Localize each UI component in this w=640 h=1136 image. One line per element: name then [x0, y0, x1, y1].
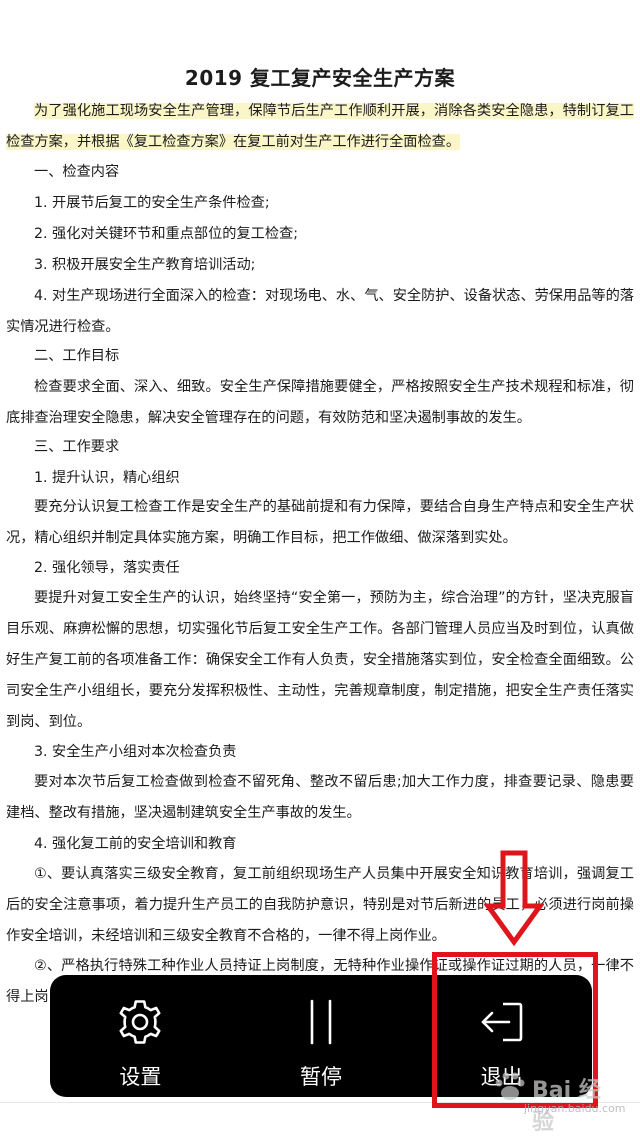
body-paragraph: 要充分认识复工检查工作是安全生产的基础前提和有力保障，要结合自身生产特点和安全生…: [6, 499, 634, 546]
section-heading: 一、检查内容: [34, 164, 120, 180]
pause-icon: [310, 999, 332, 1045]
settings-label: 设置: [119, 1065, 162, 1089]
settings-button[interactable]: 设置: [50, 975, 231, 1097]
list-item: 4. 对生产现场进行全面深入的检查：对现场电、水、气、安全防护、设备状态、劳保用…: [6, 288, 634, 335]
list-item: 3. 积极开展安全生产教育培训活动;: [34, 257, 256, 273]
watermark-url: jingyan.baidu.com: [524, 1102, 626, 1115]
section-heading: 三、工作要求: [34, 439, 120, 455]
highlighted-text: 为了强化施工现场安全生产管理，保障节后生产工作顺利开展，消除各类安全隐患，特制订…: [6, 103, 634, 150]
intro-paragraph: 为了强化施工现场安全生产管理，保障节后生产工作顺利开展，消除各类安全隐患，特制订…: [6, 96, 634, 158]
sub-heading: 3. 安全生产小组对本次检查负责: [34, 744, 237, 760]
document-title: 2019 复工复产安全生产方案: [184, 66, 456, 90]
pause-button[interactable]: 暂停: [231, 975, 412, 1097]
sub-heading: 2. 强化领导，落实责任: [34, 560, 180, 576]
paw-logo-icon: [495, 1072, 525, 1100]
sub-heading: 1. 提升认识，精心组织: [34, 470, 180, 486]
watermark: Bai 经验 jingyan.baidu.com: [476, 1060, 626, 1135]
body-paragraph: 要对本次节后复工检查做到检查不留死角、整改不留后患;加大工作力度，排查要记录、隐…: [6, 774, 634, 821]
list-item: 2. 强化对关键环节和重点部位的复工检查;: [34, 226, 299, 242]
pause-label: 暂停: [300, 1065, 342, 1089]
list-item: 1. 开展节后复工的安全生产条件检查;: [34, 195, 270, 211]
section-heading: 二、工作目标: [34, 348, 120, 364]
gear-icon: [119, 1000, 161, 1044]
body-paragraph: 检查要求全面、深入、细致。安全生产保障措施要健全，严格按照安全生产技术规程和标准…: [6, 379, 634, 426]
body-paragraph: 要提升对复工安全生产的认识，始终坚持“安全第一，预防为主，综合治理”的方针，坚决…: [6, 590, 634, 730]
annotation-arrow-icon: [484, 850, 544, 946]
